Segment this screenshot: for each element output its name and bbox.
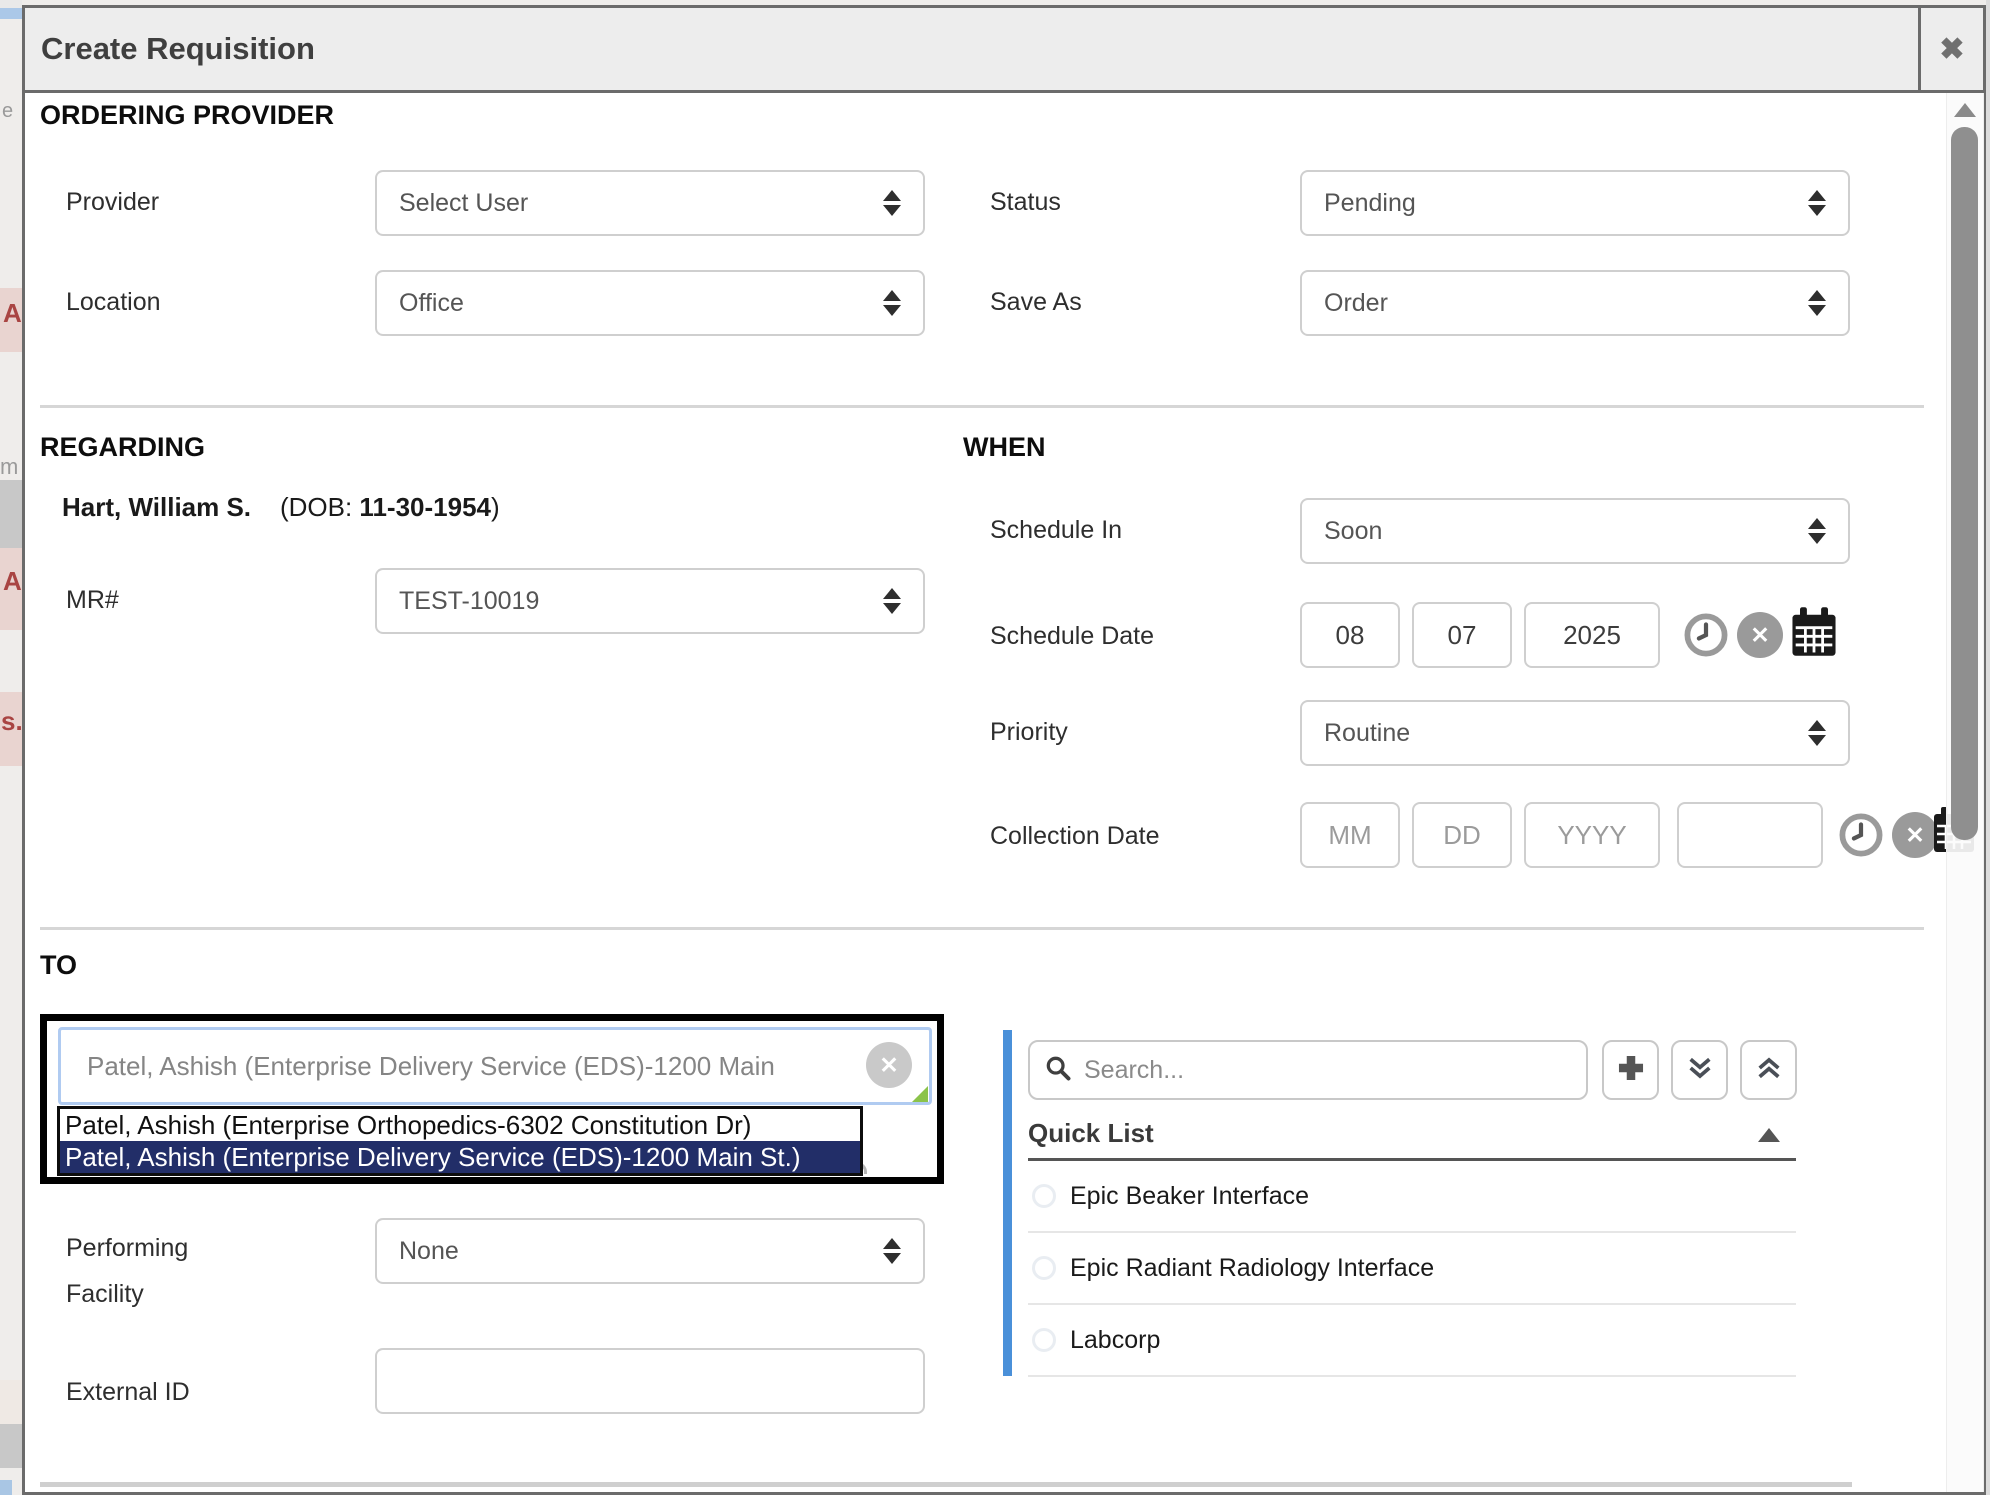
mr-label: MR# <box>66 586 119 615</box>
regarding-heading: REGARDING <box>40 432 205 463</box>
schedule-time-clock-icon[interactable] <box>1683 612 1729 658</box>
save-as-select[interactable]: Order <box>1300 270 1850 336</box>
location-label: Location <box>66 288 161 317</box>
search-input[interactable] <box>1082 1055 1572 1086</box>
recipient-clear-icon[interactable] <box>866 1042 912 1088</box>
select-arrows-icon <box>883 1238 901 1264</box>
schedule-month-input[interactable] <box>1300 602 1400 668</box>
ordering-provider-heading: ORDERING PROVIDER <box>40 100 334 131</box>
suggestion-item[interactable]: Patel, Ashish (Enterprise Orthopedics-63… <box>60 1109 860 1141</box>
schedule-in-label: Schedule In <box>990 516 1122 545</box>
status-select[interactable]: Pending <box>1300 170 1850 236</box>
schedule-day-input[interactable] <box>1412 602 1512 668</box>
patient-summary: Hart, William S. (DOB: 11-30-1954) <box>62 492 500 523</box>
select-arrows-icon <box>883 588 901 614</box>
external-id-label: External ID <box>66 1378 190 1407</box>
dob-close: ) <box>491 492 500 522</box>
recipient-search-input[interactable] <box>58 1027 932 1105</box>
collapse-all-button[interactable] <box>1740 1040 1797 1100</box>
quick-list-item[interactable]: Labcorp <box>1028 1305 1796 1377</box>
schedule-date-calendar-icon[interactable] <box>1788 604 1840 665</box>
collection-year-input[interactable] <box>1524 802 1660 868</box>
resize-handle[interactable] <box>912 1086 928 1102</box>
select-arrows-icon <box>1808 290 1826 316</box>
screen: e A m A s. Create Requisition ✖ ORDERING… <box>0 0 1990 1495</box>
schedule-date-clear-icon[interactable] <box>1737 612 1783 658</box>
panel-accent-bar <box>1003 1030 1012 1376</box>
save-as-label: Save As <box>990 288 1082 317</box>
collection-time-clock-icon[interactable] <box>1838 812 1884 858</box>
plus-icon <box>1614 1051 1648 1090</box>
section-divider <box>40 927 1924 930</box>
priority-select[interactable]: Routine <box>1300 700 1850 766</box>
dob-value: 11-30-1954 <box>359 492 491 522</box>
patient-name: Hart, William S. <box>62 492 251 522</box>
scrollbar-up-icon[interactable] <box>1954 103 1976 117</box>
collection-date-label: Collection Date <box>990 822 1160 851</box>
mr-select[interactable]: TEST-10019 <box>375 568 925 634</box>
when-heading: WHEN <box>963 432 1046 463</box>
collection-day-input[interactable] <box>1412 802 1512 868</box>
select-arrows-icon <box>1808 720 1826 746</box>
suggestion-item-selected[interactable]: Patel, Ashish (Enterprise Delivery Servi… <box>60 1141 860 1173</box>
select-arrows-icon <box>883 190 901 216</box>
radio-icon <box>1032 1328 1056 1352</box>
schedule-date-label: Schedule Date <box>990 622 1154 651</box>
radio-icon <box>1032 1184 1056 1208</box>
section-divider <box>40 405 1924 408</box>
radio-icon <box>1032 1256 1056 1280</box>
recipient-suggestion-list: Patel, Ashish (Enterprise Orthopedics-63… <box>57 1106 863 1176</box>
quick-list-item[interactable]: Epic Beaker Interface <box>1028 1161 1796 1233</box>
dob-open: (DOB: <box>280 492 352 522</box>
directory-search <box>1028 1040 1588 1100</box>
select-arrows-icon <box>883 290 901 316</box>
to-heading: TO <box>40 950 77 981</box>
schedule-in-select[interactable]: Soon <box>1300 498 1850 564</box>
select-arrows-icon <box>1808 190 1826 216</box>
expand-all-button[interactable] <box>1671 1040 1728 1100</box>
chevron-double-up-icon <box>1753 1052 1785 1089</box>
quick-list-item[interactable]: Epic Radiant Radiology Interface <box>1028 1233 1796 1305</box>
provider-label: Provider <box>66 188 159 217</box>
collection-month-input[interactable] <box>1300 802 1400 868</box>
quick-list-heading: Quick List <box>1028 1118 1154 1149</box>
collection-time-input[interactable] <box>1677 802 1823 868</box>
footer-divider <box>40 1482 1852 1487</box>
performing-facility-select[interactable]: None <box>375 1218 925 1284</box>
chevron-double-down-icon <box>1684 1052 1716 1089</box>
schedule-year-input[interactable] <box>1524 602 1660 668</box>
performing-facility-label: Facility <box>66 1280 144 1309</box>
select-arrows-icon <box>1808 518 1826 544</box>
search-icon <box>1044 1054 1072 1087</box>
performing-facility-label: Performing <box>66 1234 188 1263</box>
priority-label: Priority <box>990 718 1068 747</box>
quick-list-collapse-icon[interactable] <box>1758 1128 1780 1142</box>
provider-select[interactable]: Select User <box>375 170 925 236</box>
scrollbar-thumb[interactable] <box>1951 127 1978 840</box>
add-recipient-button[interactable] <box>1602 1040 1659 1100</box>
external-id-input[interactable] <box>375 1348 925 1414</box>
location-select[interactable]: Office <box>375 270 925 336</box>
status-label: Status <box>990 188 1061 217</box>
